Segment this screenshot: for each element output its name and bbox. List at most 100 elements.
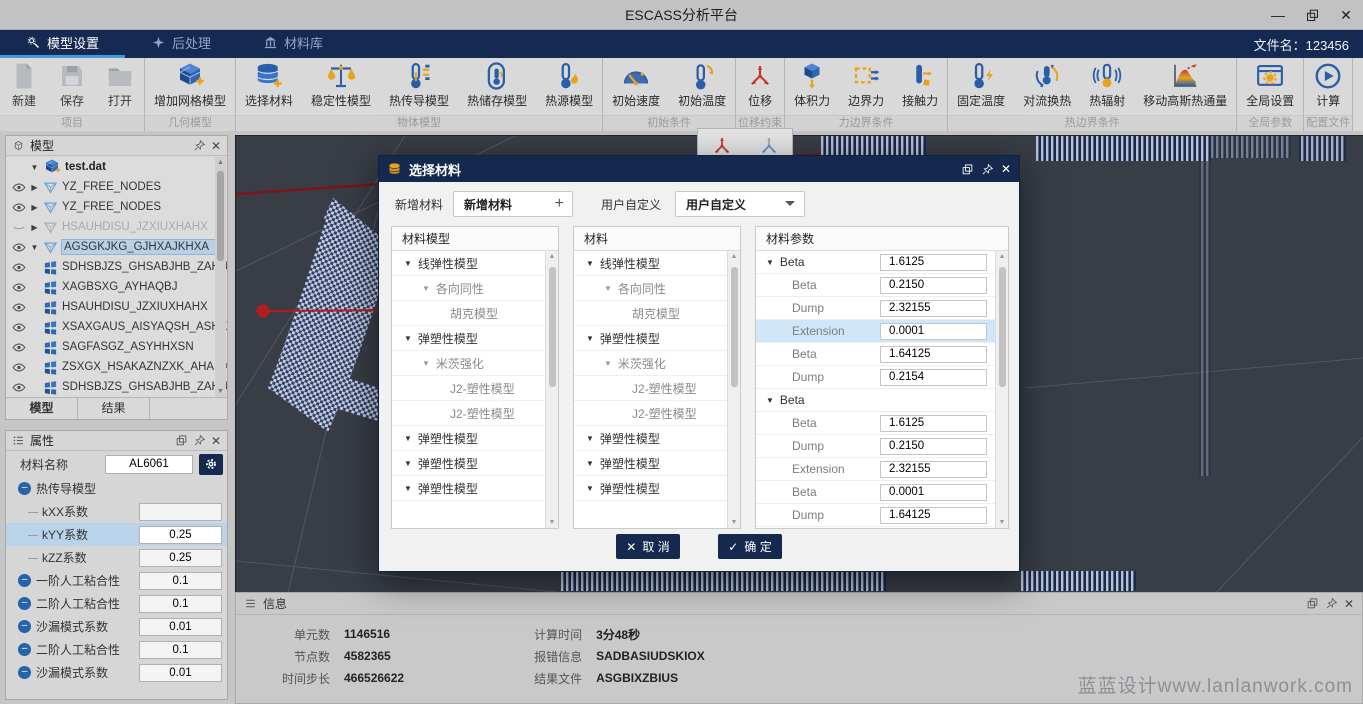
tree-item[interactable]: SAGFASGZ_ASYHHXSN <box>6 337 227 357</box>
property-value-input[interactable] <box>139 526 222 544</box>
ic-eye[interactable] <box>12 262 26 273</box>
tree-item[interactable]: SDHSBJZS_GHSABJHB_ZAHU <box>6 377 227 397</box>
material-param-row[interactable]: Dump <box>756 435 995 458</box>
tree-item[interactable]: ▶ HSAUHDISU_JZXIUXHAHX <box>6 217 227 237</box>
material-item[interactable]: ▼ 弹塑性模型 <box>574 326 727 351</box>
toolbar-button[interactable]: 热源模型 <box>536 58 602 109</box>
close-button[interactable]: ✕ <box>1329 0 1363 30</box>
param-value-input[interactable] <box>880 369 987 386</box>
material-param-row[interactable]: Dump <box>756 297 995 320</box>
material-item[interactable]: ▼ 弹塑性模型 <box>574 476 727 501</box>
column-scrollbar[interactable]: ▲ ▼ <box>727 251 740 528</box>
material-param-row[interactable]: Beta <box>756 343 995 366</box>
property-row[interactable]: – 二阶人工粘合性 <box>6 592 227 615</box>
toolbar-button[interactable]: 接触力 <box>893 58 947 109</box>
material-model-item[interactable]: ▼ 弹塑性模型 <box>392 326 545 351</box>
close-panel-icon[interactable]: ✕ <box>211 140 221 152</box>
toolbar-button[interactable]: 增加网格模型 <box>145 58 235 109</box>
param-value-input[interactable] <box>880 277 987 294</box>
user-defined-select[interactable]: 用户自定义 <box>675 191 805 217</box>
property-value-input[interactable] <box>139 549 222 567</box>
param-value-input[interactable] <box>880 461 987 478</box>
toolbar-button[interactable]: 热传导模型 <box>380 58 458 109</box>
property-row[interactable]: – kXX系数 <box>6 500 227 523</box>
material-item[interactable]: ▼ 线弹性模型 <box>574 251 727 276</box>
scroll-up-icon[interactable]: ▲ <box>215 159 226 166</box>
material-item[interactable]: 胡克模型 <box>574 301 727 326</box>
expand-arrow[interactable]: ▶ <box>30 203 39 212</box>
collapse-minus-icon[interactable]: – <box>18 643 31 656</box>
close-panel-icon[interactable]: ✕ <box>1344 598 1354 610</box>
param-value-input[interactable] <box>880 438 987 455</box>
add-material-icon[interactable]: + <box>547 195 572 213</box>
close-panel-icon[interactable]: ✕ <box>211 435 221 447</box>
material-name-input[interactable] <box>105 455 193 474</box>
pin-icon[interactable] <box>1325 597 1338 610</box>
material-param-row[interactable]: Extension <box>756 320 995 343</box>
tree-root-item[interactable]: ▼ test.dat <box>6 157 227 177</box>
scrollbar-thumb[interactable] <box>999 267 1006 387</box>
nav-tab[interactable]: 模型设置 <box>0 30 125 58</box>
pin-icon[interactable] <box>193 139 206 152</box>
material-model-item[interactable]: J2-塑性模型 <box>392 401 545 426</box>
material-model-item[interactable]: ▼ 弹塑性模型 <box>392 451 545 476</box>
ic-eye[interactable] <box>12 302 26 313</box>
scroll-down-icon[interactable]: ▼ <box>546 519 558 526</box>
toolbar-button[interactable]: 全局设置 <box>1237 58 1303 109</box>
material-param-row[interactable]: Beta <box>756 481 995 504</box>
toolbar-button[interactable]: 新建 <box>0 58 48 109</box>
toolbar-button[interactable]: 热储存模型 <box>458 58 536 109</box>
toolbar-button[interactable]: 位移 <box>736 58 784 109</box>
material-model-item[interactable]: ▼ 弹塑性模型 <box>392 476 545 501</box>
material-param-row[interactable]: ▼ Beta <box>756 251 995 274</box>
material-param-row[interactable]: Dump <box>756 366 995 389</box>
expand-arrow[interactable]: ▼ <box>30 243 39 252</box>
material-param-row[interactable]: Beta <box>756 274 995 297</box>
param-value-input[interactable] <box>880 300 987 317</box>
close-dialog-icon[interactable]: ✕ <box>1001 163 1011 175</box>
material-param-row[interactable]: Dump <box>756 504 995 527</box>
tree-item[interactable]: XAGBSXG_AYHAQBJ <box>6 277 227 297</box>
material-model-item[interactable]: ▼ 米茨强化 <box>392 351 545 376</box>
minimize-button[interactable]: — <box>1261 0 1295 30</box>
toolbar-button[interactable]: 边界力 <box>839 58 893 109</box>
ic-eye[interactable] <box>12 282 26 293</box>
ic-eye[interactable] <box>12 202 26 213</box>
param-value-input[interactable] <box>880 484 987 501</box>
param-value-input[interactable] <box>880 346 987 363</box>
scrollbar-thumb[interactable] <box>549 267 556 387</box>
material-item[interactable]: ▼ 米茨强化 <box>574 351 727 376</box>
restore-icon[interactable] <box>1306 597 1319 610</box>
new-material-input[interactable] <box>454 197 547 211</box>
property-row[interactable]: – kYY系数 <box>6 523 227 546</box>
panel-tab[interactable]: 结果 <box>78 398 150 419</box>
scrollbar-thumb[interactable] <box>731 267 738 387</box>
cancel-button[interactable]: ✕ 取 消 <box>616 534 680 559</box>
property-value-input[interactable] <box>139 618 222 636</box>
tree-item[interactable]: XSAXGAUS_AISYAQSH_ASHX <box>6 317 227 337</box>
material-model-item[interactable]: ▼ 各向同性 <box>392 276 545 301</box>
property-row[interactable]: – 二阶人工粘合性 <box>6 638 227 661</box>
param-value-input[interactable] <box>880 507 987 524</box>
toolbar-button[interactable]: 打开 <box>96 58 144 109</box>
expand-arrow[interactable]: ▼ <box>30 163 39 172</box>
scrollbar-thumb[interactable] <box>217 171 224 261</box>
scroll-down-icon[interactable]: ▼ <box>996 519 1008 526</box>
tree-item[interactable]: ▶ YZ_FREE_NODES <box>6 177 227 197</box>
collapse-minus-icon[interactable]: – <box>18 666 31 679</box>
tree-item[interactable]: SDHSBJZS_GHSABJHB_ZAHU <box>6 257 227 277</box>
tree-item[interactable]: ▶ YZ_FREE_NODES <box>6 197 227 217</box>
ic-eye[interactable] <box>12 362 26 373</box>
material-item[interactable]: J2-塑性模型 <box>574 376 727 401</box>
property-row[interactable]: – 沙漏模式系数 <box>6 661 227 684</box>
property-row[interactable]: – 热传导模型 <box>6 477 227 500</box>
toolbar-button[interactable]: 计算 <box>1304 58 1352 109</box>
restore-button[interactable] <box>1295 0 1329 30</box>
restore-icon[interactable] <box>961 163 974 176</box>
material-param-row[interactable]: Beta <box>756 412 995 435</box>
toolbar-button[interactable]: 热辐射 <box>1080 58 1134 109</box>
property-value-input[interactable] <box>139 641 222 659</box>
ic-eye[interactable] <box>12 322 26 333</box>
expand-arrow[interactable]: ▶ <box>30 183 39 192</box>
panel-tab[interactable]: 模型 <box>6 398 78 419</box>
